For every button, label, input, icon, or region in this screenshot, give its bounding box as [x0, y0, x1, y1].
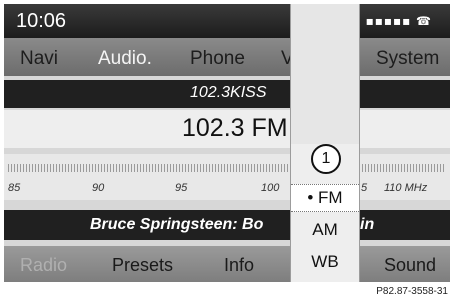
now-playing-band: Bruce Springsteen: Bo in	[4, 210, 450, 240]
now-playing-tail: in	[360, 216, 375, 233]
main-menu: Navi Audio. Phone V System	[4, 38, 450, 76]
now-playing-text: Bruce Springsteen: Bo	[90, 216, 264, 233]
menu-info[interactable]: Info	[224, 255, 254, 276]
menu-phone[interactable]: Phone	[190, 48, 245, 70]
status-bar: 10:06 ▪▪▪▪▪ ☎	[4, 4, 450, 38]
callout-marker: 1	[311, 144, 341, 174]
scale-label: 110 MHz	[384, 182, 428, 194]
station-name-band: 102.3KISS	[4, 80, 450, 108]
scale-label: 5	[361, 182, 368, 194]
band-selector-top	[291, 4, 359, 144]
scale-ticks	[8, 164, 444, 172]
menu-navi[interactable]: Navi	[20, 48, 58, 70]
scale-label: 90	[92, 182, 105, 194]
station-name: 102.3KISS	[190, 84, 267, 101]
frequency-scale[interactable]: 85 90 95 100 5 110 MHz	[4, 154, 450, 200]
frequency-display: 102.3 FM	[4, 110, 450, 148]
scale-label: 100	[261, 182, 280, 194]
band-option-am[interactable]: AM	[291, 220, 359, 240]
scale-label: 95	[175, 182, 188, 194]
band-option-wb[interactable]: WB	[291, 252, 359, 272]
menu-radio[interactable]: Radio	[20, 255, 67, 276]
scale-label: 85	[8, 182, 21, 194]
frequency: 102.3 FM	[182, 114, 288, 142]
signal-phone-icon: ▪▪▪▪▪ ☎	[365, 14, 432, 28]
band-option-fm[interactable]: • FM	[291, 184, 359, 212]
menu-system[interactable]: System	[376, 48, 439, 70]
clock: 10:06	[16, 10, 67, 32]
menu-sound[interactable]: Sound	[384, 255, 436, 276]
band-selector: 1 • FM AM WB	[290, 4, 360, 282]
menu-audio[interactable]: Audio.	[98, 48, 152, 70]
figure-caption: P82.87-3558-31	[376, 286, 448, 297]
menu-presets[interactable]: Presets	[112, 255, 173, 276]
radio-screen: 10:06 ▪▪▪▪▪ ☎ Navi Audio. Phone V System…	[4, 4, 450, 282]
bottom-menu: Radio Presets Info Sound	[4, 246, 450, 282]
